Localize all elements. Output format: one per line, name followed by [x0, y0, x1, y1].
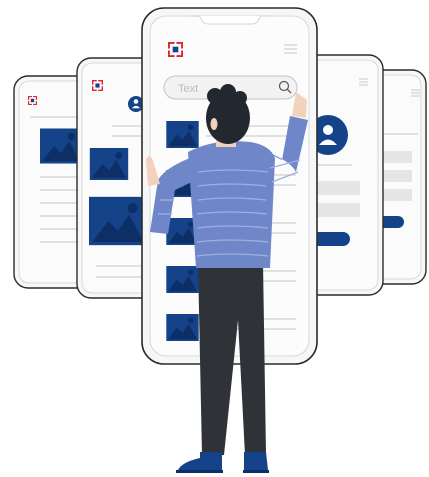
image-placeholder-icon [89, 196, 147, 246]
image-placeholder-icon [40, 128, 82, 164]
pants [198, 262, 266, 455]
search-input[interactable]: Text [178, 83, 198, 95]
image-placeholder-icon [89, 148, 129, 180]
image-placeholder-icon [166, 121, 199, 148]
image-placeholder-icon [166, 314, 199, 341]
sweater [188, 141, 275, 268]
image-placeholder-icon [166, 266, 199, 293]
ear [210, 118, 218, 130]
illustration-stage: Text [0, 0, 429, 477]
mobile-app-illustration: Text [13, 7, 427, 473]
left-shoe [178, 452, 222, 470]
right-shoe [244, 452, 268, 470]
